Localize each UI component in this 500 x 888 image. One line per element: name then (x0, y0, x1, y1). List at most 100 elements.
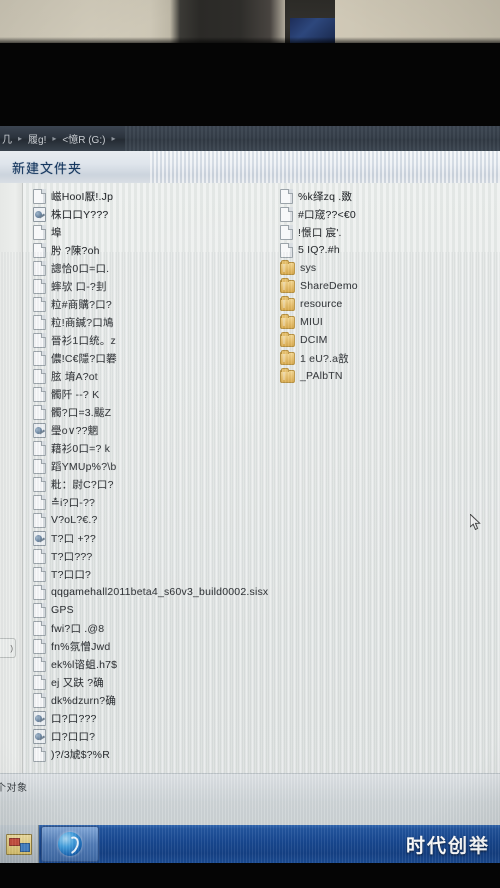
file-name-label: fn%氛憎Jwd (51, 640, 111, 653)
taskbar-watermark: 时代创举 (405, 835, 490, 857)
script-icon (33, 728, 46, 744)
list-item[interactable]: 口?口??? (31, 709, 281, 727)
file-name-label: 髑?口=3.颰Z (51, 406, 112, 419)
list-item[interactable]: 肹 ?陳?oh (31, 241, 281, 259)
toolbar: 新建文件夹 (0, 151, 500, 184)
list-item[interactable]: V?oL?€.? (31, 511, 281, 529)
list-item[interactable]: 口?口口? (31, 727, 281, 745)
breadcrumb-item-1[interactable]: 履g! (26, 131, 48, 146)
list-item[interactable]: #口窚??<€0 (278, 205, 493, 223)
taskbar-app-button[interactable] (41, 826, 99, 862)
list-item[interactable]: 埠 (31, 223, 281, 241)
file-name-label: _PAlbTN (300, 370, 343, 382)
list-item[interactable]: ≛i?口-?? (31, 493, 281, 511)
document-icon (33, 548, 46, 564)
list-item[interactable]: 5 IQ?.#h (278, 241, 493, 259)
list-item[interactable]: 晉衫1口统。z (31, 331, 281, 349)
file-name-label: 1 eU?.a敨 (300, 352, 349, 365)
document-icon (33, 224, 46, 240)
folder-icon (280, 331, 295, 347)
list-item[interactable]: 儂!C€隱?口礬 (31, 349, 281, 367)
list-item[interactable]: resource (278, 295, 493, 313)
script-icon (33, 422, 46, 438)
page-title: 新建文件夹 (12, 161, 83, 176)
breadcrumb-item-2[interactable]: <憶R (G:) (60, 131, 107, 146)
list-item[interactable]: 蟀欤 口-?刲 (31, 277, 281, 295)
file-name-label: %k绎zq .敪 (298, 190, 353, 203)
list-item[interactable]: dk%dzurn?确 (31, 691, 281, 709)
navigation-pane[interactable]: ) (0, 183, 23, 773)
monitor-screen: 几 ▸ 履g! ▸ <憶R (G:) ▸ 新建文件夹 ) 嵫HooI厭!.Jp 株… (0, 126, 500, 863)
list-item[interactable]: 1 eU?.a敨 (278, 349, 493, 367)
list-item[interactable]: 髑阡 --? K (31, 385, 281, 403)
list-item[interactable]: !憬口 宸'. (278, 223, 493, 241)
file-name-label: sys (300, 262, 317, 274)
list-item[interactable]: 謥恰0口=口. (31, 259, 281, 277)
list-item[interactable]: 株口口Y??? (31, 205, 281, 223)
file-list-view[interactable]: 嵫HooI厭!.Jp 株口口Y??? 埠肹 ?陳?oh 謥恰0口=口. 蟀欤 口-?刲粒… (23, 183, 500, 773)
list-item[interactable]: DCIM (278, 331, 493, 349)
list-item[interactable]: sys (278, 259, 493, 277)
list-item[interactable]: ShareDemo (278, 277, 493, 295)
list-item[interactable]: T?口口? (31, 565, 281, 583)
status-bar: 个对象 (0, 773, 500, 802)
document-icon (33, 584, 46, 600)
list-item[interactable]: )?/3虓$?%R (31, 745, 281, 763)
file-name-label: 粃：尉C?口? (51, 478, 114, 491)
file-name-label: MIUI (300, 316, 323, 328)
list-item[interactable]: %k绎zq .敪 (278, 187, 493, 205)
list-item[interactable]: 蹈YMUp%?\b (31, 457, 281, 475)
list-item[interactable]: T?口 +?? (31, 529, 281, 547)
document-icon (33, 242, 46, 258)
file-name-label: fwi?口 .@8 (51, 622, 105, 635)
document-icon (33, 440, 46, 456)
file-name-label: 肹 ?陳?oh (51, 244, 100, 257)
document-icon (33, 350, 46, 366)
list-item[interactable]: fn%氛憎Jwd (31, 637, 281, 655)
list-item[interactable]: 璺o∨??魍 (31, 421, 281, 439)
navigation-pane-collapsed-item[interactable]: ) (0, 638, 16, 658)
folder-icon (280, 277, 295, 293)
list-item[interactable]: T?口??? (31, 547, 281, 565)
file-name-label: 璺o∨??魍 (51, 424, 99, 437)
address-bar-empty-area[interactable] (125, 126, 500, 151)
file-name-label: 株口口Y??? (51, 208, 109, 221)
file-name-label: )?/3虓$?%R (51, 748, 110, 761)
folder-icon (280, 349, 295, 365)
file-name-label: ShareDemo (300, 280, 358, 292)
list-item[interactable]: 粒#商購?口? (31, 295, 281, 313)
breadcrumb-item-0[interactable]: 几 (0, 131, 14, 146)
folder-icon (280, 259, 295, 275)
document-icon (33, 494, 46, 510)
chevron-right-icon: ▸ (52, 134, 57, 143)
list-item[interactable]: _PAlbTN (278, 367, 493, 385)
file-name-label: V?oL?€.? (51, 514, 98, 526)
script-icon (33, 710, 46, 726)
file-name-label: ≛i?口-?? (51, 496, 96, 509)
document-icon (33, 188, 46, 204)
list-item[interactable]: qqgamehall2011beta4_s60v3_build0002.sisx (31, 583, 281, 601)
list-item[interactable]: 藉衫0口=? k (31, 439, 281, 457)
list-item[interactable]: 粃：尉C?口? (31, 475, 281, 493)
list-item[interactable]: GPS (31, 601, 281, 619)
list-item[interactable]: 胘 堉A?ot (31, 367, 281, 385)
list-item[interactable]: ek%l谘蛆.h7$ (31, 655, 281, 673)
blue-orb-icon (58, 832, 82, 856)
folder-icon (6, 833, 32, 855)
file-name-label: 蹈YMUp%?\b (51, 460, 117, 473)
document-icon (33, 368, 46, 384)
list-item[interactable]: 粒!商鍼?口鳩 (31, 313, 281, 331)
taskbar[interactable]: 时代创举 (0, 825, 500, 863)
address-bar[interactable]: 几 ▸ 履g! ▸ <憶R (G:) ▸ (0, 126, 500, 151)
quick-launch-folder-icon[interactable] (0, 825, 39, 863)
document-icon (280, 224, 293, 240)
file-name-label: 胘 堉A?ot (51, 370, 98, 383)
document-icon (33, 620, 46, 636)
list-item[interactable]: ej 又趺 ?确 (31, 673, 281, 691)
list-item[interactable]: 髑?口=3.颰Z (31, 403, 281, 421)
list-item[interactable]: 嵫HooI厭!.Jp (31, 187, 281, 205)
document-icon (33, 512, 46, 528)
list-item[interactable]: fwi?口 .@8 (31, 619, 281, 637)
list-item[interactable]: MIUI (278, 313, 493, 331)
document-icon (280, 188, 293, 204)
